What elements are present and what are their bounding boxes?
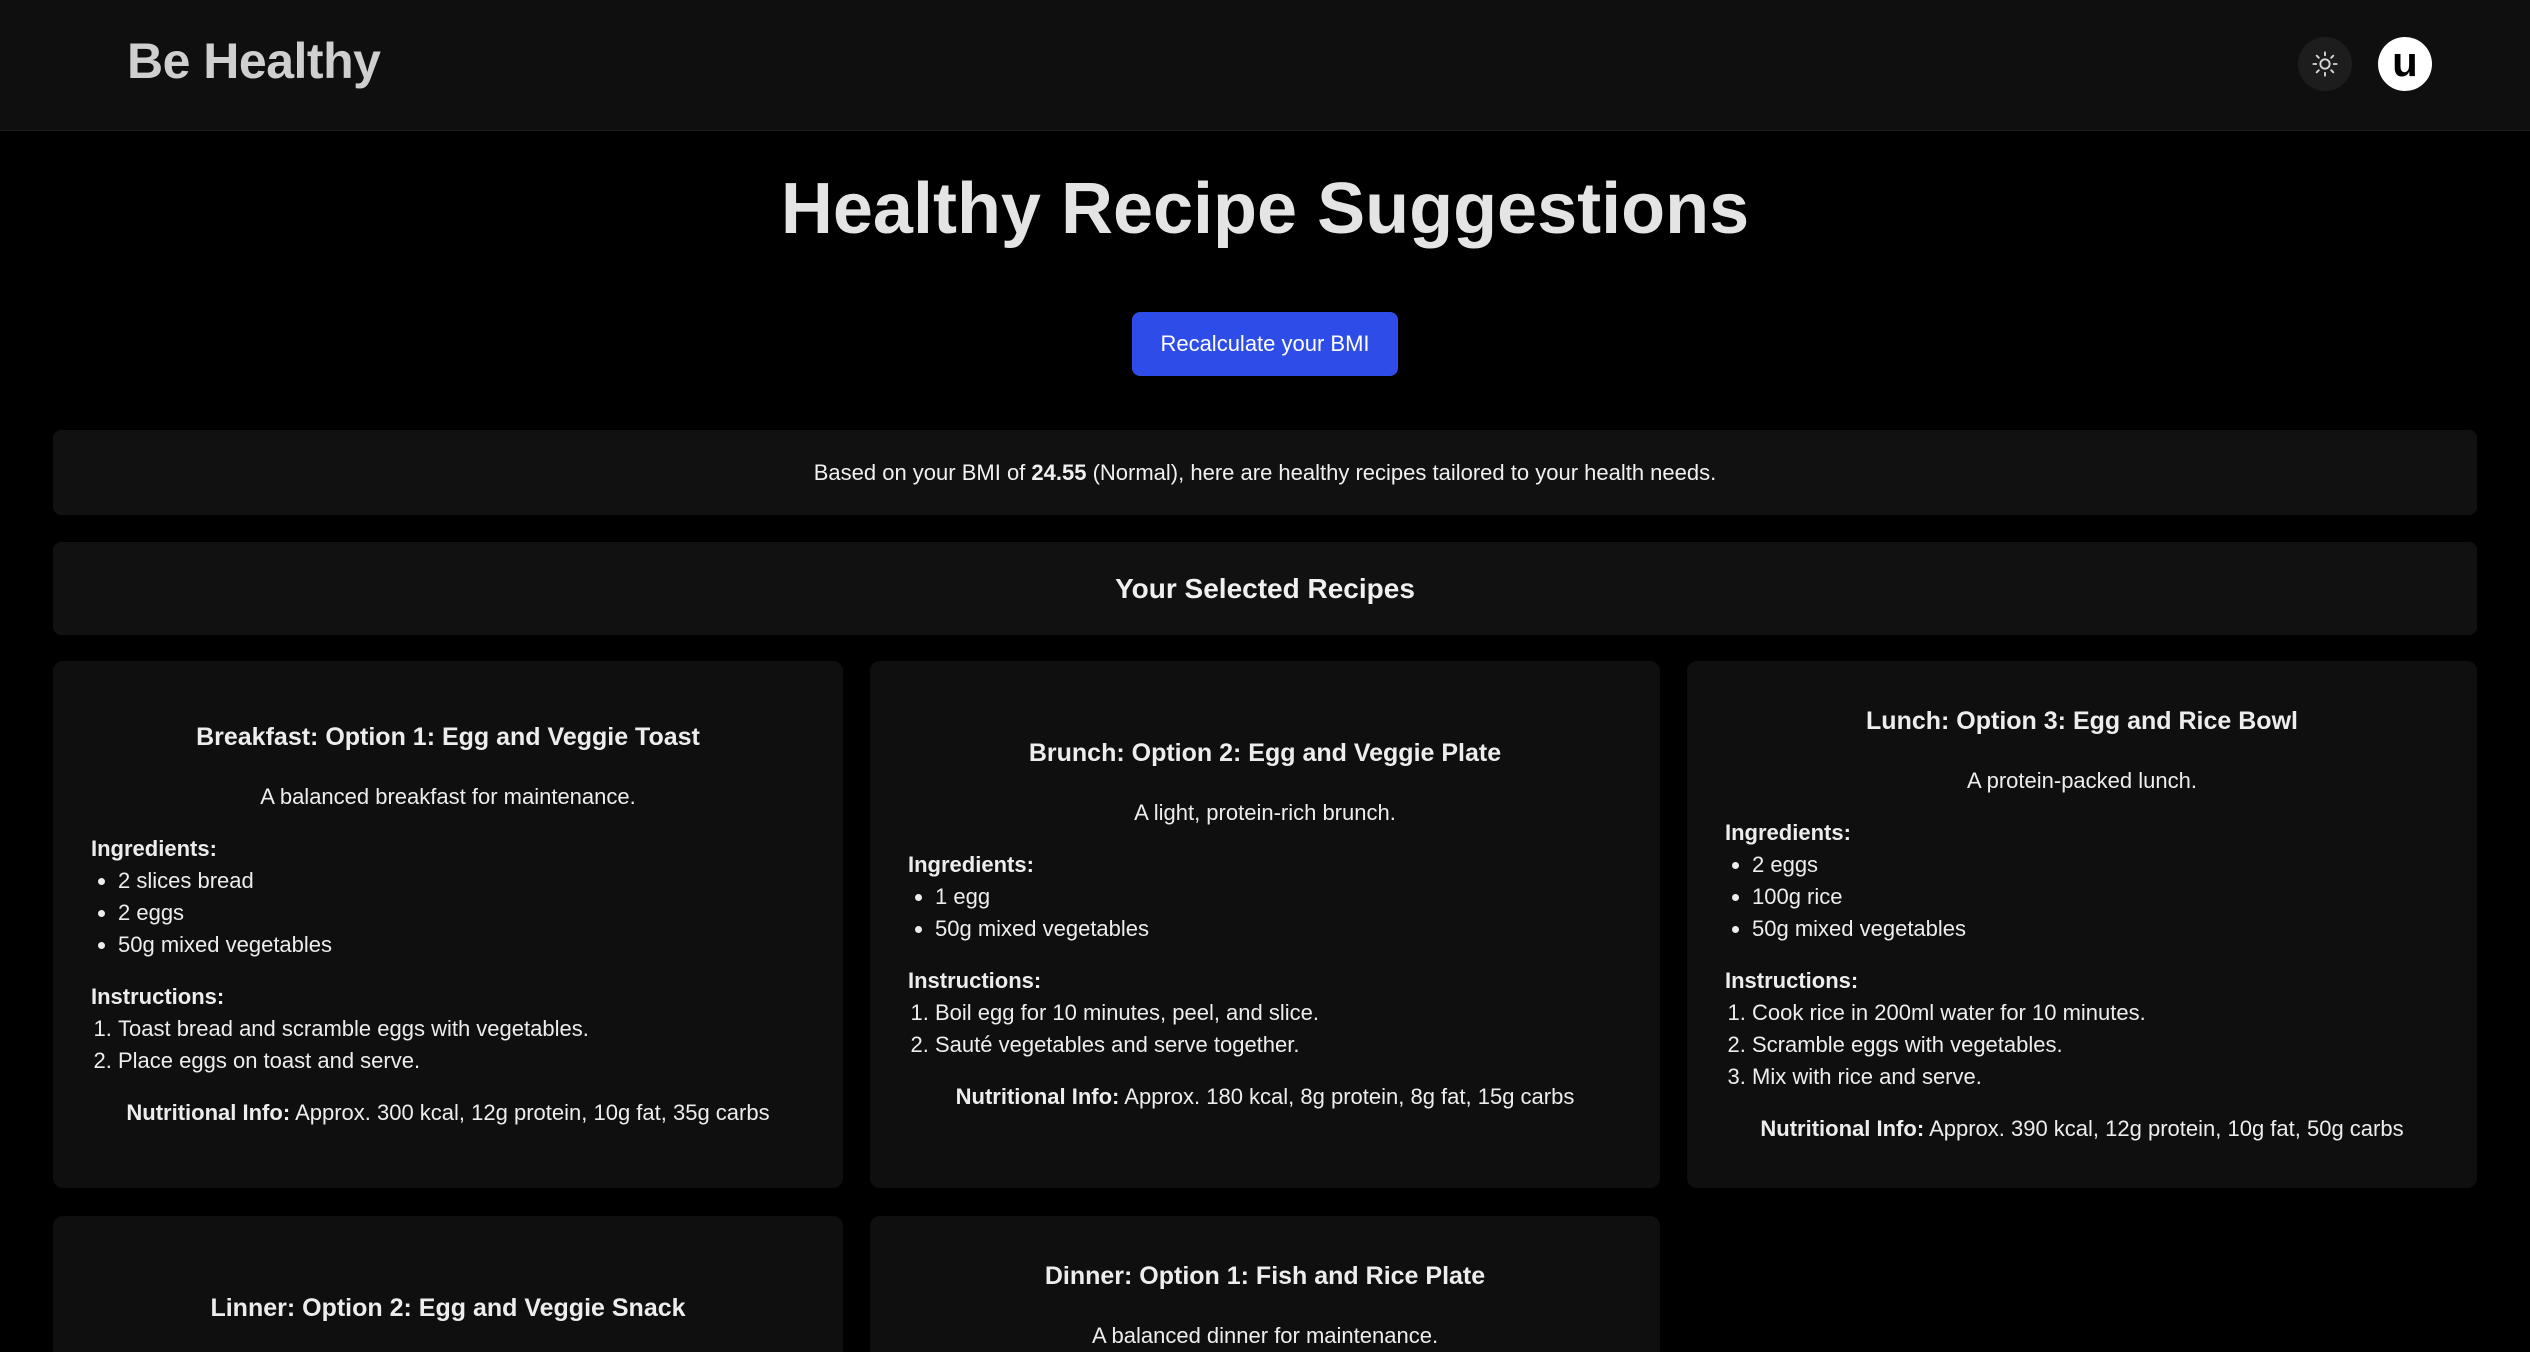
nutrition-value: Approx. 300 kcal, 12g protein, 10g fat, … [295,1099,770,1125]
instructions-list: Cook rice in 200ml water for 10 minutes.… [1725,997,2439,1093]
recipe-description: A balanced breakfast for maintenance. [260,783,636,809]
bmi-prefix: Based on your BMI of [813,459,1032,485]
user-avatar[interactable]: u [2378,37,2432,91]
recipe-card-dinner: Dinner: Option 1: Fish and Rice Plate A … [870,1216,1660,1352]
recipe-description: A balanced dinner for maintenance. [1091,1323,1439,1348]
ingredient-item: 100g rice [1752,881,2439,913]
page-title: Healthy Recipe Suggestions [780,169,1750,249]
ingredient-item: 1 egg [935,881,1622,913]
ingredient-item: 2 eggs [118,897,805,929]
ingredient-item: 2 eggs [1752,849,2439,881]
nutrition-info: Nutritional Info: Approx. 180 kcal, 8g p… [908,1081,1622,1113]
selected-recipes-heading: Your Selected Recipes [53,542,2477,635]
instruction-step: Place eggs on toast and serve. [118,1045,805,1077]
instructions-list: Toast bread and scramble eggs with veget… [91,1013,805,1077]
ingredient-item: 2 slices bread [118,865,805,897]
ingredients-label: Ingredients: [1725,819,1851,845]
nutrition-info: Nutritional Info: Approx. 300 kcal, 12g … [91,1097,805,1129]
recipe-title: Dinner: Option 1: Fish and Rice Plate [1044,1262,1486,1290]
bmi-suffix: (Normal), here are healthy recipes tailo… [1086,459,1717,485]
nutrition-label: Nutritional Info: [955,1083,1120,1109]
ingredients-list: 1 egg 50g mixed vegetables [908,881,1622,945]
nutrition-value: Approx. 180 kcal, 8g protein, 8g fat, 15… [1124,1083,1575,1109]
app-header: Be Healthy u [0,0,2530,131]
ingredient-item: 50g mixed vegetables [935,913,1622,945]
bmi-value: 24.55 [1031,459,1087,485]
recipe-card-brunch: Brunch: Option 2: Egg and Veggie Plate A… [870,661,1660,1188]
recalculate-bmi-button[interactable]: Recalculate your BMI [1132,312,1398,376]
recipe-description: A protein-packed lunch. [1967,767,2197,793]
instruction-step: Scramble eggs with vegetables. [1752,1029,2439,1061]
instructions-label: Instructions: [91,983,225,1009]
recipe-title: Linner: Option 2: Egg and Veggie Snack [210,1294,686,1322]
instructions-label: Instructions: [908,967,1042,993]
ingredients-label: Ingredients: [908,851,1034,877]
instruction-step: Mix with rice and serve. [1752,1061,2439,1093]
ingredients-list: 2 eggs 100g rice 50g mixed vegetables [1725,849,2439,945]
ingredients-list: 2 slices bread 2 eggs 50g mixed vegetabl… [91,865,805,961]
nutrition-label: Nutritional Info: [1760,1115,1925,1141]
recipe-card-lunch: Lunch: Option 3: Egg and Rice Bowl A pro… [1687,661,2477,1188]
recipe-description: A light, protein-rich brunch. [1134,799,1396,825]
ingredients-label: Ingredients: [91,835,217,861]
instruction-step: Boil egg for 10 minutes, peel, and slice… [935,997,1622,1029]
recipe-card-breakfast: Breakfast: Option 1: Egg and Veggie Toas… [53,661,843,1188]
instruction-step: Cook rice in 200ml water for 10 minutes. [1752,997,2439,1029]
bmi-summary: Based on your BMI of 24.55 (Normal), her… [53,430,2477,515]
nutrition-label: Nutritional Info: [126,1099,291,1125]
sun-icon [2312,51,2338,77]
instructions-label: Instructions: [1725,967,1859,993]
instruction-step: Toast bread and scramble eggs with veget… [118,1013,805,1045]
nutrition-value: Approx. 390 kcal, 12g protein, 10g fat, … [1929,1115,2404,1141]
recipe-title: Breakfast: Option 1: Egg and Veggie Toas… [196,722,700,751]
instruction-step: Sauté vegetables and serve together. [935,1029,1622,1061]
ingredient-item: 50g mixed vegetables [1752,913,2439,945]
instructions-list: Boil egg for 10 minutes, peel, and slice… [908,997,1622,1061]
brand-logo[interactable]: Be Healthy [127,32,381,90]
bmi-summary-text: Based on your BMI of 24.55 (Normal), her… [814,460,1717,486]
recipe-title: Lunch: Option 3: Egg and Rice Bowl [1866,706,2298,735]
theme-toggle-button[interactable] [2298,37,2352,91]
recipe-title: Brunch: Option 2: Egg and Veggie Plate [1028,738,1502,767]
ingredient-item: 50g mixed vegetables [118,929,805,961]
recipe-card-linner: Linner: Option 2: Egg and Veggie Snack [53,1216,843,1352]
nutrition-info: Nutritional Info: Approx. 390 kcal, 12g … [1725,1113,2439,1145]
